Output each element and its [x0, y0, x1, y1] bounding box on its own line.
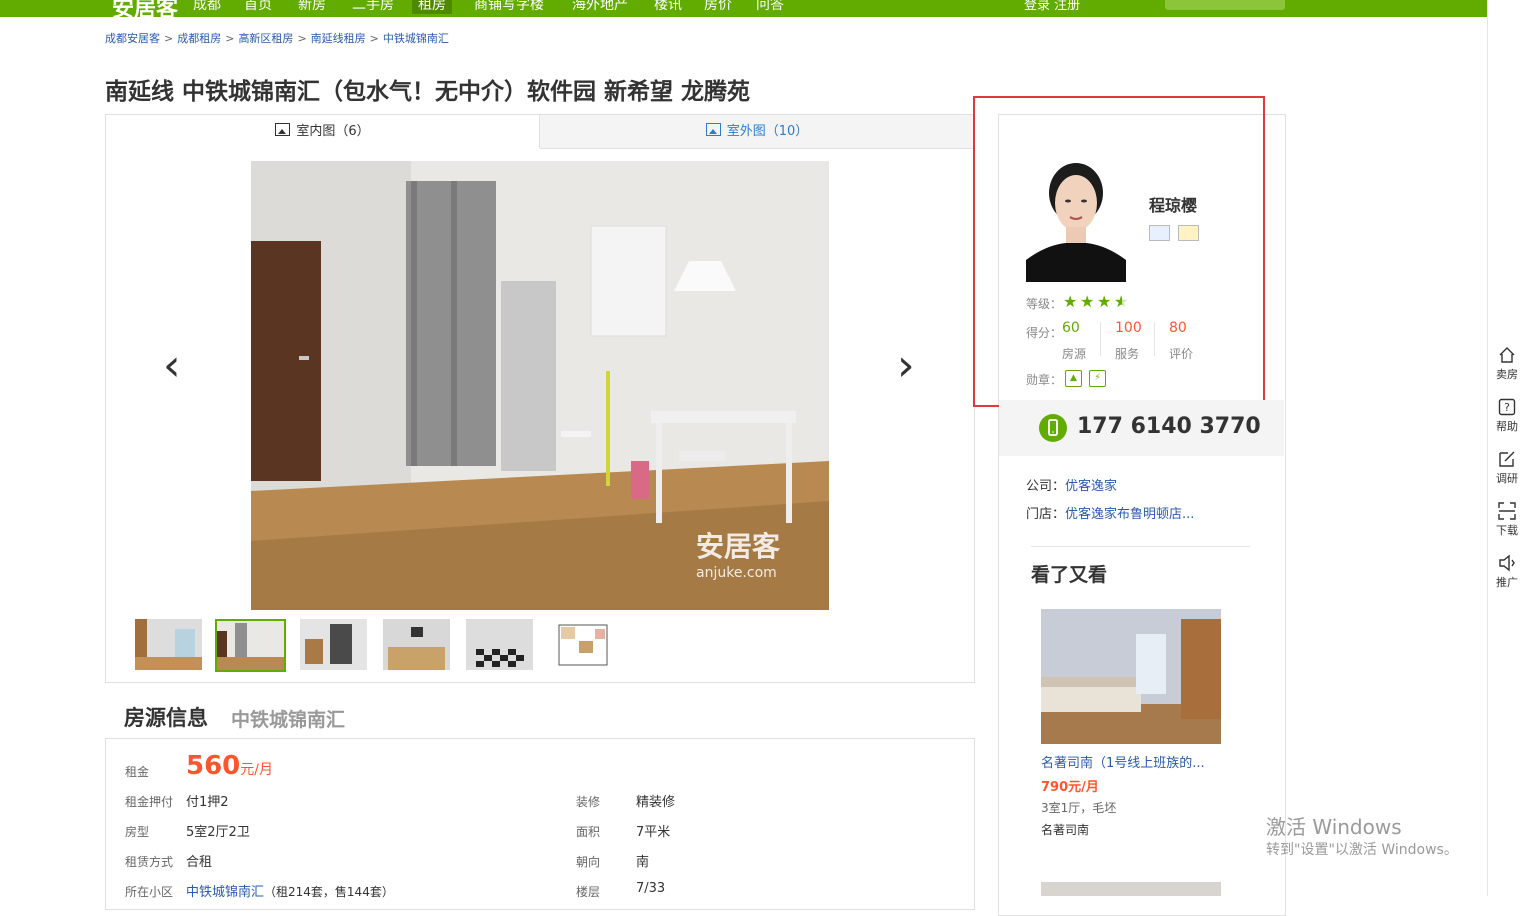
nav-home[interactable]: 首页: [244, 0, 272, 14]
prev-photo-button[interactable]: ‹: [163, 340, 181, 391]
recommend-title[interactable]: 名著司南（1号线上班族的...: [1041, 752, 1221, 771]
breadcrumb-link[interactable]: 成都安居客: [105, 32, 160, 45]
main-photo[interactable]: 安居客 anjuke.com: [251, 161, 829, 610]
top-nav-bar: 安居客 成都 首页 新房 二手房 租房 商铺写字楼 海外地产 楼讯 房价 问答 …: [0, 0, 1487, 17]
picture-icon: [705, 123, 721, 136]
recommend-heading: 看了又看: [1031, 564, 1108, 586]
nav-second-hand[interactable]: 二手房: [352, 0, 394, 14]
decor-value: 精装修: [636, 795, 676, 810]
login-link[interactable]: 登录 注册: [1024, 0, 1080, 13]
breadcrumb: 成都安居客 > 成都租房 > 高新区租房 > 南延线租房 > 中铁城锦南汇: [105, 32, 449, 45]
deposit-value: 付1押2: [186, 795, 229, 810]
recommend-price: 790元/月: [1041, 780, 1099, 795]
layout-value: 5室2厅2卫: [186, 825, 250, 840]
help-tool[interactable]: ? 帮助: [1492, 398, 1522, 434]
photo-thumbnail[interactable]: [383, 619, 450, 670]
info-heading: 房源信息: [124, 706, 208, 730]
breadcrumb-link[interactable]: 成都租房: [177, 32, 221, 45]
divider: [1031, 546, 1250, 547]
layout-label: 房型: [125, 825, 150, 839]
site-logo[interactable]: 安居客: [112, 0, 178, 17]
area-label: 面积: [576, 825, 601, 839]
windows-activation-subtitle: 转到"设置"以激活 Windows。: [1266, 842, 1458, 858]
store-link[interactable]: 优客逸家布鲁明顿店...: [1065, 507, 1194, 522]
tab-outdoor-photos[interactable]: 室外图（10）: [540, 115, 974, 149]
windows-activation-title: 激活 Windows: [1266, 815, 1402, 839]
nav-qa[interactable]: 问答: [756, 0, 784, 14]
city-selector[interactable]: 成都: [193, 0, 221, 14]
edit-icon: [1499, 451, 1515, 467]
breadcrumb-link[interactable]: 高新区租房: [238, 32, 293, 45]
company-link[interactable]: 优客逸家: [1065, 479, 1117, 494]
recommend-desc: 3室1厅，毛坯: [1041, 801, 1117, 815]
survey-tool[interactable]: 调研: [1492, 450, 1522, 486]
qrcode-icon: [1498, 502, 1516, 520]
home-icon: [1499, 347, 1515, 363]
orientation-label: 朝向: [576, 855, 601, 869]
watermark-logo: 安居客: [696, 530, 781, 563]
rent-mode-label: 租赁方式: [125, 855, 174, 869]
rent-price: 560元/月: [186, 751, 273, 781]
photo-thumbnail-selected[interactable]: [215, 619, 286, 672]
breadcrumb-link[interactable]: 中铁城锦南汇: [383, 32, 449, 45]
rent-mode-value: 合租: [186, 855, 213, 870]
community-value: 中铁城锦南汇（租214套，售144套）: [186, 885, 394, 900]
next-photo-button[interactable]: ›: [897, 340, 915, 391]
nav-rent[interactable]: 租房: [412, 0, 452, 14]
tab-indoor-photos[interactable]: 室内图（6）: [106, 115, 540, 148]
area-value: 7平米: [636, 825, 671, 840]
help-icon: ?: [1498, 398, 1516, 416]
page-scrollbar[interactable]: [1487, 0, 1527, 896]
floor-label: 楼层: [576, 885, 601, 899]
rent-label: 租金: [125, 765, 150, 779]
agent-phone[interactable]: 177 6140 3770: [1077, 414, 1261, 439]
download-app-button[interactable]: [1165, 0, 1285, 10]
community-label: 所在小区: [125, 885, 174, 899]
nav-overseas[interactable]: 海外地产: [572, 0, 628, 14]
listing-info-box: 租金 560元/月 租金押付 付1押2 装修 精装修 房型 5室2厅2卫 面积 …: [105, 738, 975, 910]
decor-label: 装修: [576, 795, 601, 809]
watermark-url: anjuke.com: [696, 565, 777, 581]
company-row: 公司：优客逸家: [1026, 479, 1118, 494]
highlight-box: [973, 96, 1265, 407]
community-link[interactable]: 中铁城锦南汇: [186, 885, 264, 900]
deposit-label: 租金押付: [125, 795, 174, 809]
nav-price[interactable]: 房价: [704, 0, 732, 14]
download-tool[interactable]: 下载: [1492, 502, 1522, 538]
sell-house-tool[interactable]: 卖房: [1492, 346, 1522, 382]
photo-thumbnail[interactable]: [135, 619, 202, 670]
floor-value: 7/33: [636, 881, 666, 896]
info-community-name: 中铁城锦南汇: [231, 709, 346, 731]
nav-commercial[interactable]: 商铺写字楼: [474, 0, 544, 14]
recommend-photo[interactable]: [1041, 882, 1221, 896]
orientation-value: 南: [636, 855, 650, 870]
nav-new-house[interactable]: 新房: [298, 0, 326, 14]
nav-news[interactable]: 楼讯: [654, 0, 682, 14]
photo-thumbnail[interactable]: [300, 619, 367, 670]
recommend-community: 名著司南: [1041, 823, 1090, 837]
floorplan-thumbnail[interactable]: [549, 619, 616, 670]
store-row: 门店：优客逸家布鲁明顿店...: [1026, 507, 1195, 522]
picture-icon: [275, 123, 291, 136]
breadcrumb-link[interactable]: 南延线租房: [311, 32, 366, 45]
promote-tool[interactable]: 推广: [1492, 554, 1522, 590]
photo-thumbnail[interactable]: [466, 619, 533, 670]
speaker-icon: [1499, 554, 1515, 572]
photo-gallery: 室内图（6） 室外图（10） 安居客 anjuke.com ‹ ›: [105, 114, 975, 683]
svg-text:?: ?: [1504, 401, 1510, 414]
recommend-photo[interactable]: [1041, 609, 1221, 744]
page-title: 南延线 中铁城锦南汇（包水气！无中介）软件园 新希望 龙腾苑: [105, 79, 751, 105]
phone-icon: [1039, 414, 1067, 442]
